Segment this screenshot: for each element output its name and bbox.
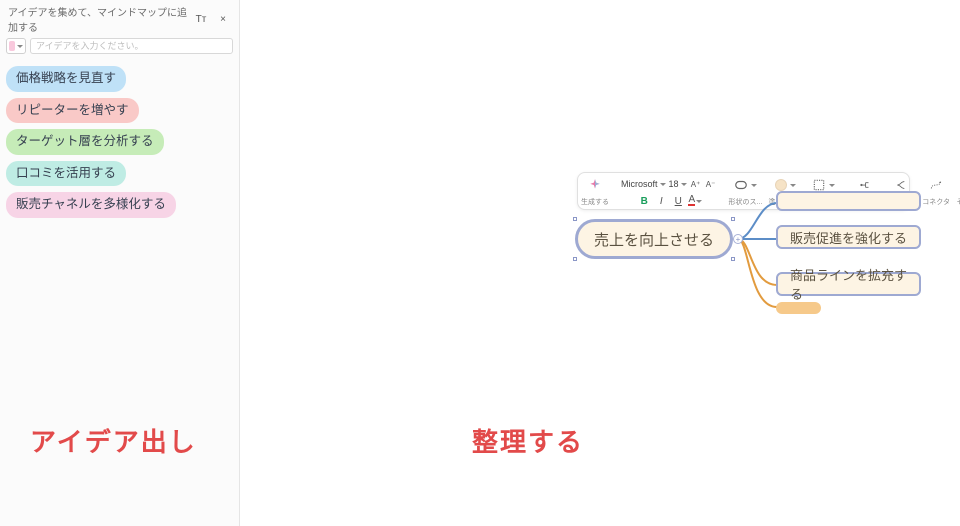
connector-button[interactable]: コネクタ: [922, 198, 950, 209]
chevron-down-icon: [751, 184, 757, 187]
ai-logo-icon: [588, 178, 602, 192]
close-icon[interactable]: ×: [215, 11, 231, 27]
chevron-down-icon: [696, 200, 702, 203]
child-node-stub[interactable]: [776, 302, 821, 314]
font-color-button[interactable]: A: [689, 195, 701, 207]
idea-list: 価格戦略を見直すリピーターを増やすターゲット層を分析する口コミを活用する販売チャ…: [0, 60, 239, 224]
central-node[interactable]: 売上を向上させる: [575, 219, 733, 259]
shape-style-button[interactable]: 形状のス...: [729, 198, 763, 209]
idea-input[interactable]: [30, 38, 233, 54]
child-node[interactable]: 販売促進を強化する: [776, 225, 921, 249]
layout-icon: [858, 178, 872, 192]
branch-icon: [895, 178, 909, 192]
connector-icon: [929, 178, 943, 192]
add-child-button[interactable]: +: [733, 234, 743, 244]
overlay-label-right: 整理する: [472, 422, 584, 459]
idea-chip[interactable]: 販売チャネルを多様化する: [6, 192, 176, 218]
font-select[interactable]: Microsoft: [621, 179, 666, 189]
font-size-select[interactable]: 18: [669, 179, 687, 189]
other-button[interactable]: その他: [956, 198, 960, 209]
fill-color-icon: [775, 179, 787, 191]
italic-button[interactable]: I: [655, 195, 667, 207]
swatch-icon: [9, 41, 15, 51]
chevron-down-icon: [681, 183, 687, 186]
connector-lines: [733, 203, 783, 313]
resize-handle[interactable]: [731, 257, 735, 261]
color-swatch-picker[interactable]: [6, 38, 26, 54]
mindmap-canvas[interactable]: 生成する Microsoft 18 A⁺ A⁻ B I U A 形状のス... …: [240, 0, 960, 526]
bold-button[interactable]: B: [638, 195, 650, 207]
text-size-icon[interactable]: Tᴛ: [193, 11, 209, 27]
chevron-down-icon: [790, 184, 796, 187]
underline-button[interactable]: U: [672, 195, 684, 207]
resize-handle[interactable]: [573, 217, 577, 221]
child-node-stub-top[interactable]: [776, 191, 921, 211]
increase-font-button[interactable]: A⁺: [690, 178, 702, 190]
child-node[interactable]: 商品ラインを拡充する: [776, 272, 921, 296]
chevron-down-icon: [829, 184, 835, 187]
chevron-down-icon: [17, 45, 23, 48]
overlay-label-left: アイデア出し: [30, 422, 197, 459]
idea-chip[interactable]: ターゲット層を分析する: [6, 129, 164, 155]
idea-chip[interactable]: リピーターを増やす: [6, 98, 139, 124]
input-row: [0, 38, 239, 60]
more-icon: ···: [956, 175, 960, 195]
resize-handle[interactable]: [731, 217, 735, 221]
generate-button[interactable]: 生成する: [581, 198, 609, 209]
decrease-font-button[interactable]: A⁻: [705, 178, 717, 190]
border-icon: [812, 178, 826, 192]
idea-chip[interactable]: 価格戦略を見直す: [6, 66, 126, 92]
idea-chip[interactable]: 口コミを活用する: [6, 161, 126, 187]
shape-style-icon: [734, 178, 748, 192]
panel-header: アイデアを集めて、マインドマップに追加する Tᴛ ×: [0, 0, 239, 38]
chevron-down-icon: [660, 183, 666, 186]
resize-handle[interactable]: [573, 257, 577, 261]
panel-title: アイデアを集めて、マインドマップに追加する: [8, 4, 187, 34]
